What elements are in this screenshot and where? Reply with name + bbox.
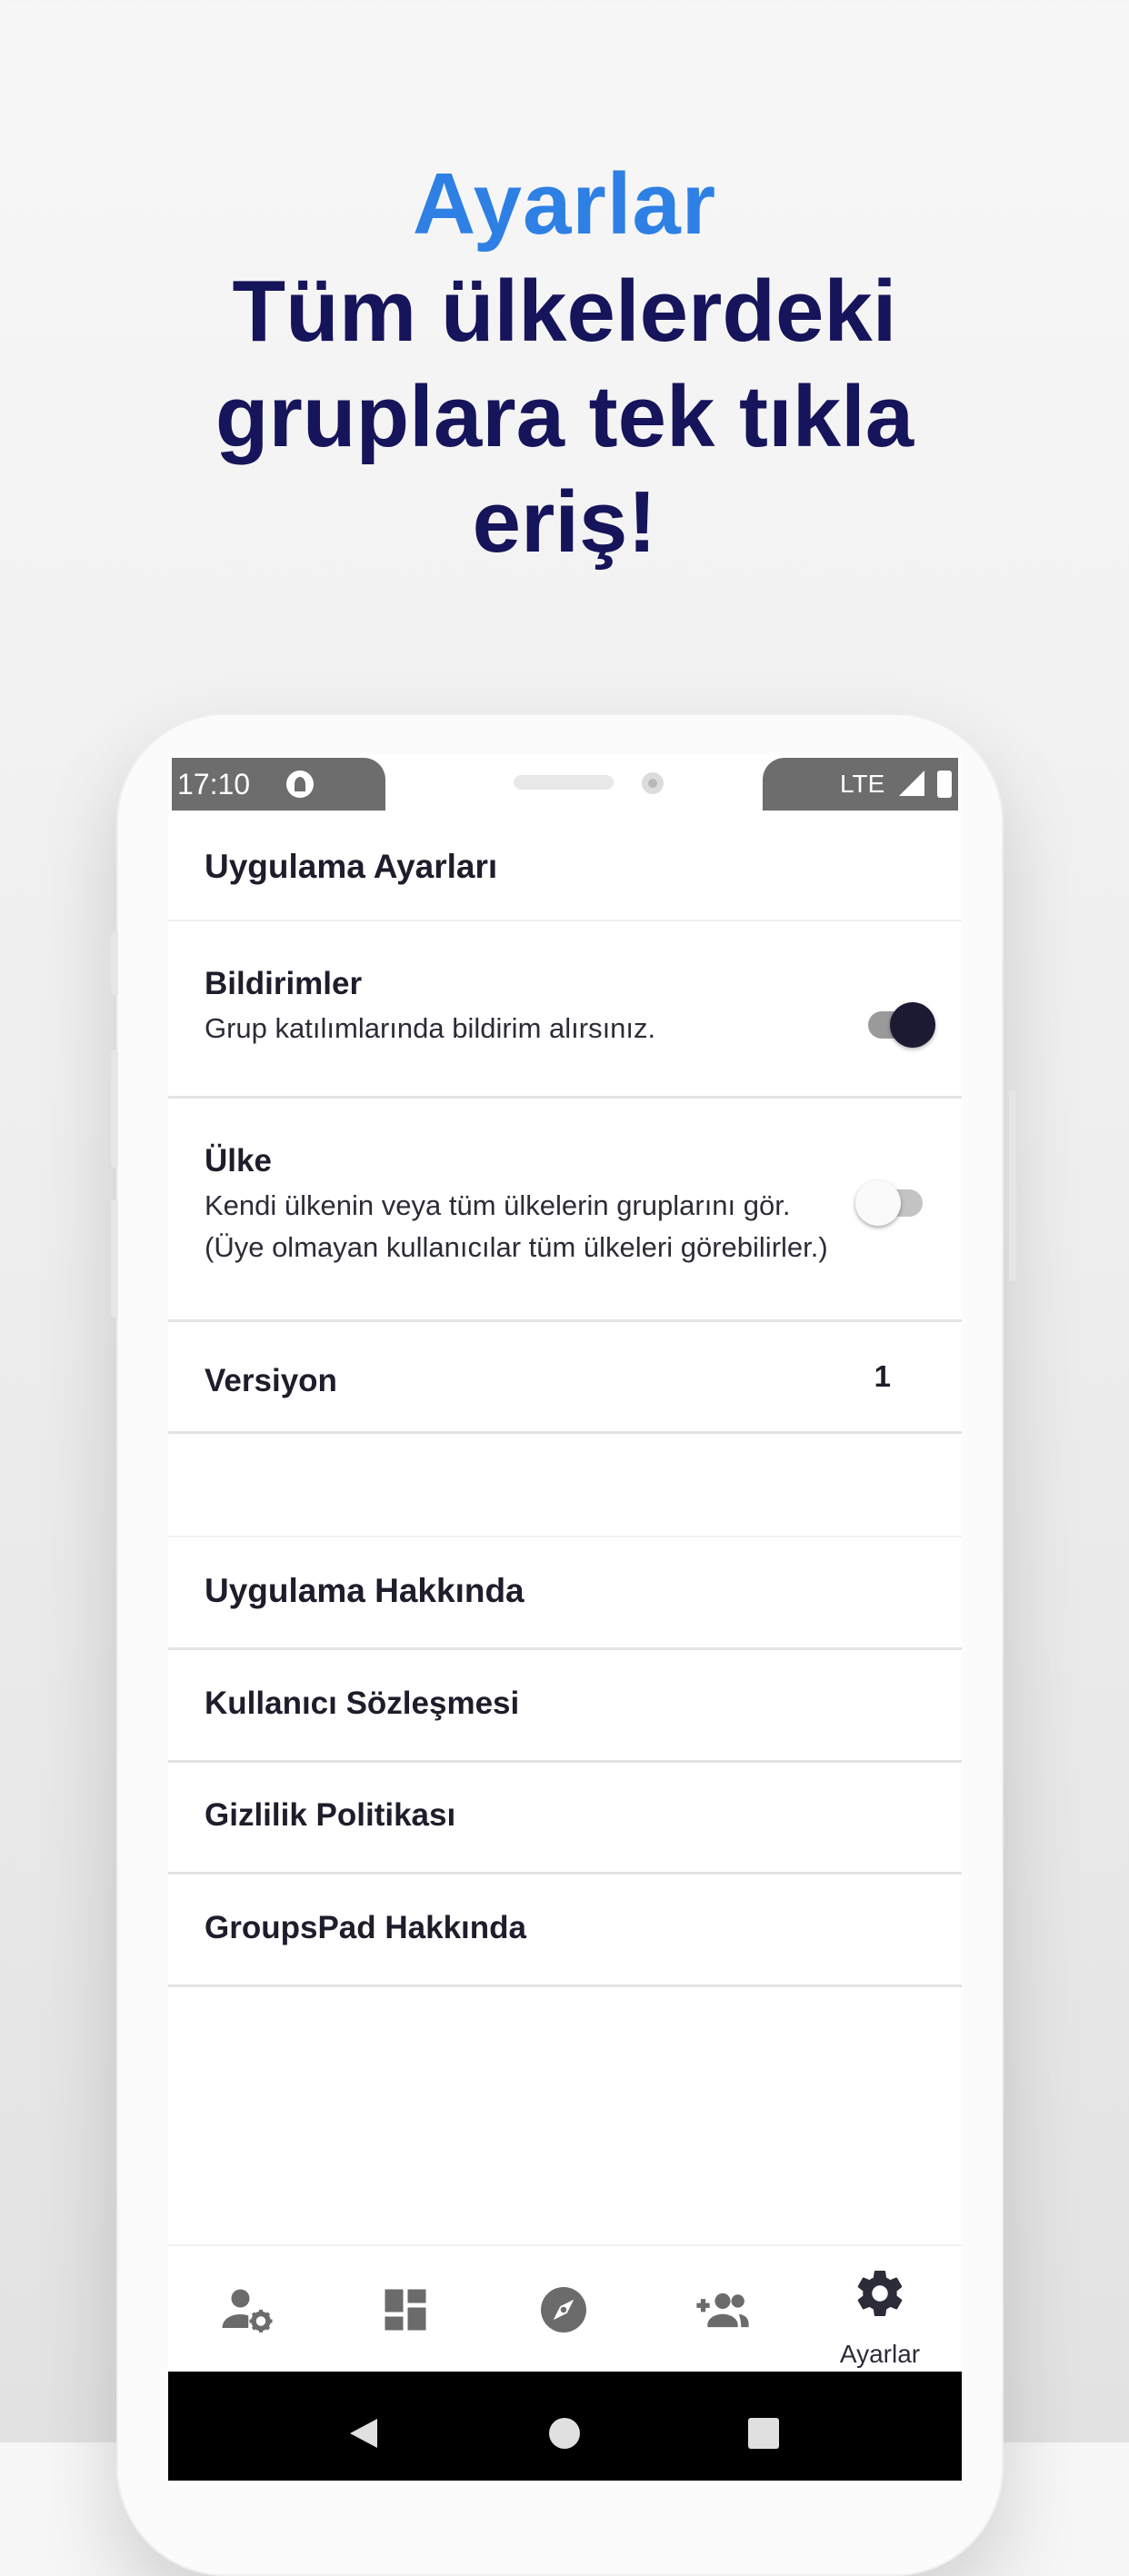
- promo-headline: Ayarlar Tüm ülkelerdeki gruplara tek tık…: [0, 150, 1129, 575]
- divider: [168, 1872, 962, 1875]
- country-subtitle-1: Kendi ülkenin veya tüm ülkelerin gruplar…: [205, 1189, 791, 1221]
- phone-power-button: [1009, 1090, 1016, 1281]
- recents-icon[interactable]: [748, 2418, 779, 2449]
- version-title: Versiyon: [205, 1363, 337, 1398]
- divider: [168, 1647, 962, 1650]
- notification-icon: [286, 771, 314, 798]
- phone-volume-down: [111, 1199, 118, 1318]
- add-group-icon: [696, 2293, 749, 2328]
- gear-icon: [857, 2271, 903, 2317]
- app-screen: 17:10 LTE Uygulama Ayarları Bildirimler …: [168, 754, 962, 2481]
- divider: [168, 1760, 962, 1763]
- notifications-toggle[interactable]: [868, 1002, 935, 1048]
- front-camera: [642, 772, 664, 794]
- system-navigation-bar: [168, 2372, 962, 2481]
- divider: [168, 1536, 962, 1537]
- user-settings-icon: [222, 2289, 273, 2332]
- headline-line-3: eriş!: [472, 473, 657, 571]
- app-settings-title: Uygulama Ayarları: [205, 848, 498, 885]
- divider: [168, 1984, 962, 1987]
- phone-side-button: [111, 931, 118, 995]
- headline-line-2: gruplara tek tıkla: [215, 368, 914, 465]
- dashboard-icon: [385, 2289, 426, 2331]
- battery-icon: [937, 771, 952, 798]
- about-section-title: Uygulama Hakkında: [205, 1572, 525, 1609]
- status-bar-left: 17:10: [172, 758, 385, 811]
- status-bar-right: LTE: [763, 758, 958, 811]
- version-value: 1: [874, 1359, 891, 1393]
- about-groupspad-link[interactable]: GroupsPad Hakkında: [205, 1910, 526, 1946]
- compass-icon: [541, 2287, 586, 2332]
- back-icon[interactable]: [350, 2419, 377, 2448]
- divider: [168, 1096, 962, 1099]
- system-nav-buttons: [350, 2418, 779, 2449]
- headline-line-1: Tüm ülkelerdeki: [232, 263, 897, 360]
- notifications-title: Bildirimler: [205, 966, 363, 1001]
- country-title: Ülke: [205, 1143, 272, 1179]
- home-icon[interactable]: [549, 2418, 580, 2449]
- notifications-subtitle: Grup katılımlarında bildirim alırsınız.: [205, 1012, 656, 1044]
- user-agreement-link[interactable]: Kullanıcı Sözleşmesi: [205, 1686, 519, 1722]
- privacy-policy-link[interactable]: Gizlilik Politikası: [205, 1797, 455, 1834]
- status-time: 17:10: [177, 768, 251, 801]
- toggle-knob: [890, 1002, 935, 1048]
- signal-icon: [899, 771, 924, 796]
- headline-accent: Ayarlar: [412, 155, 717, 253]
- status-bar: 17:10 LTE: [168, 754, 962, 811]
- divider: [168, 920, 962, 921]
- network-type: LTE: [840, 770, 885, 798]
- phone-volume-up: [111, 1049, 118, 1168]
- country-subtitle-2: (Üye olmayan kullanıcılar tüm ülkeleri g…: [205, 1231, 828, 1263]
- toggle-knob: [855, 1180, 901, 1226]
- divider: [168, 1319, 962, 1322]
- speaker-grille: [514, 775, 614, 790]
- country-toggle[interactable]: [855, 1180, 923, 1226]
- nav-settings-label: Ayarlar: [839, 2340, 921, 2368]
- divider: [168, 1431, 962, 1434]
